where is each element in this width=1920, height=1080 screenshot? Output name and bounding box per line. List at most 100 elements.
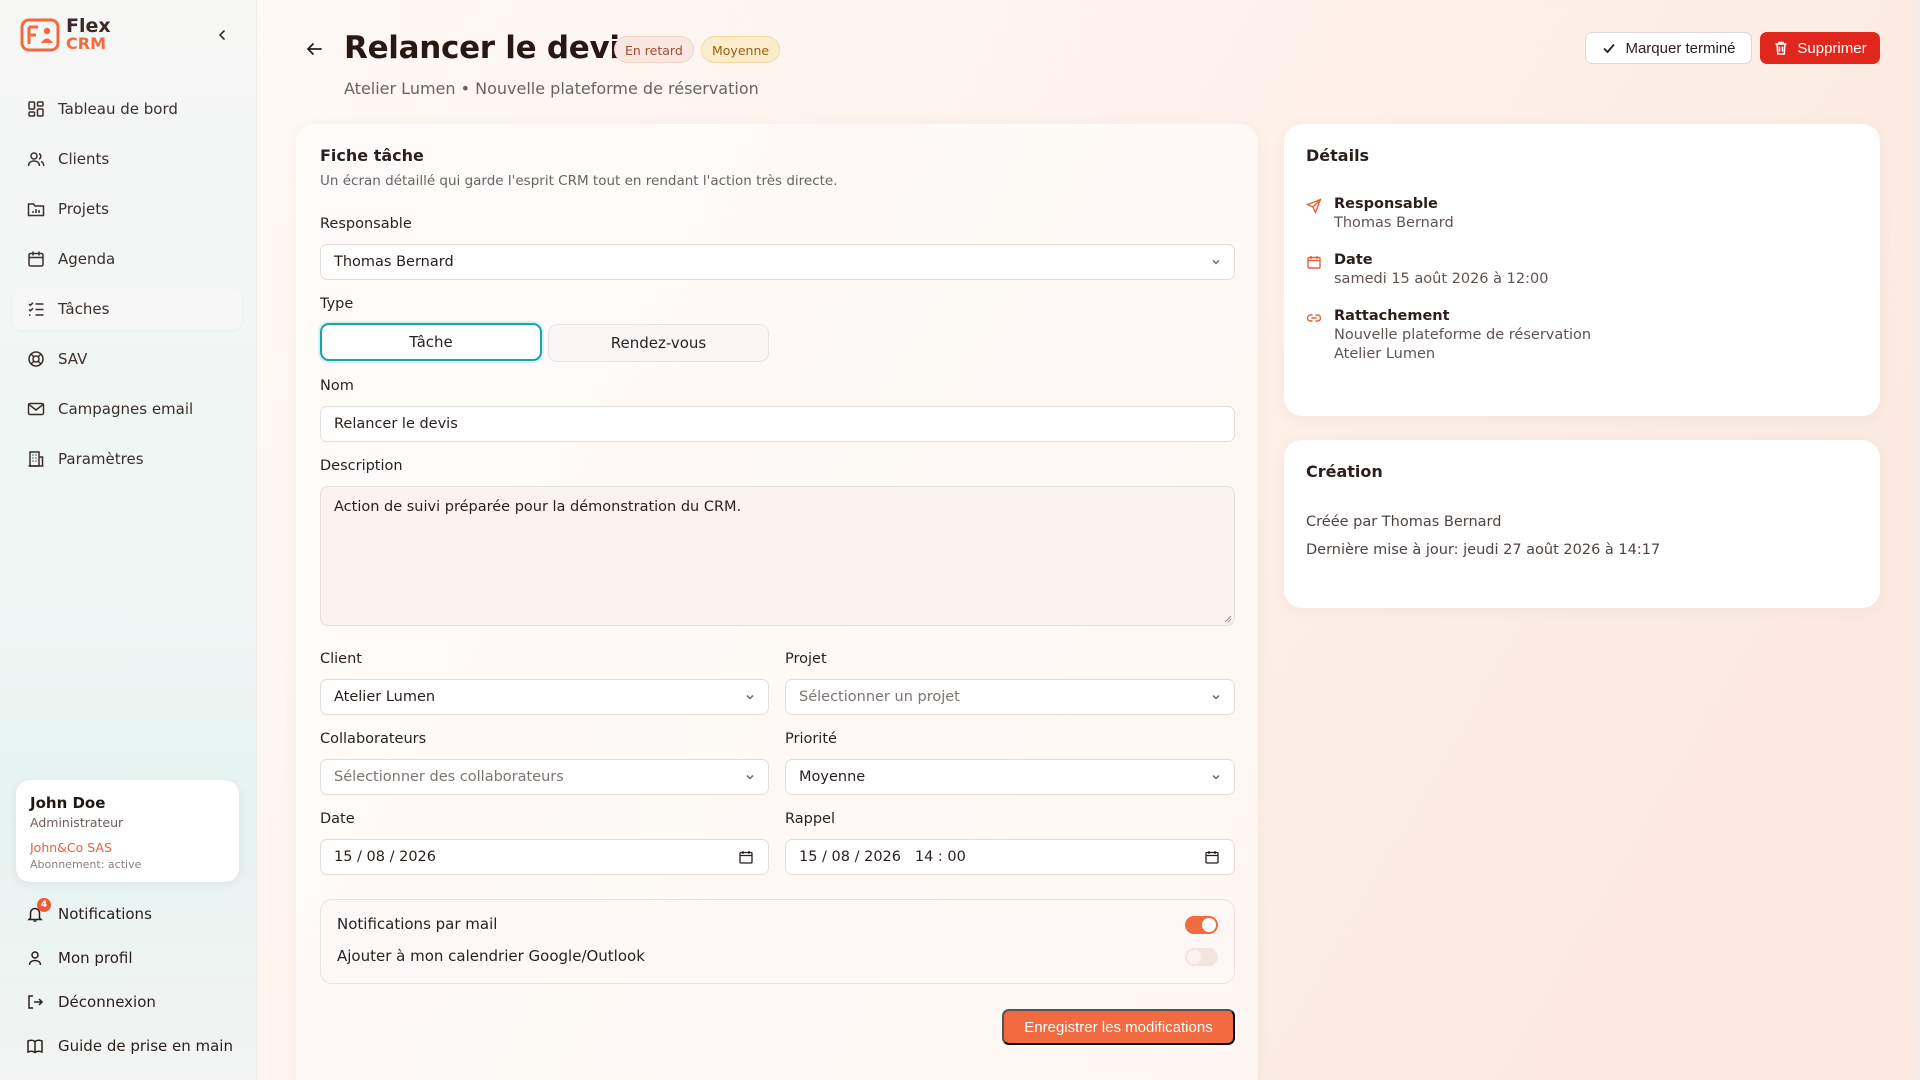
sidebar-nav: Tableau de bord Clients Projets Agenda T… (12, 88, 242, 488)
project-select[interactable]: Sélectionner un projet (785, 679, 1235, 715)
sidebar-item-sav[interactable]: SAV (12, 338, 242, 380)
collaborators-label: Collaborateurs (320, 731, 427, 747)
priority-select[interactable]: Moyenne (785, 759, 1235, 795)
sidebar-bottom-nav: 4 Notifications Mon profil Déconnexion G… (26, 892, 246, 1068)
detail-responsable-value: Thomas Bernard (1334, 215, 1454, 231)
send-icon (1306, 198, 1322, 214)
type-label: Type (320, 296, 354, 312)
logo[interactable]: Flex CRM (20, 17, 111, 53)
responsable-value: Thomas Bernard (334, 254, 454, 270)
sidebar-item-label: Paramètres (58, 450, 144, 468)
sidebar-item-label: Tâches (58, 300, 110, 318)
sidebar-item-clients[interactable]: Clients (12, 138, 242, 180)
sidebar-item-agenda[interactable]: Agenda (12, 238, 242, 280)
mark-done-button[interactable]: Marquer terminé (1585, 32, 1752, 64)
reminder-value: 15 / 08 / 2026 14 : 00 (799, 849, 966, 865)
user-card[interactable]: John Doe Administrateur John&Co SAS Abon… (16, 780, 239, 882)
link-icon (1306, 314, 1322, 322)
sidebar-item-label: SAV (58, 350, 88, 368)
user-name: John Doe (30, 794, 106, 812)
toggle-mail-switch[interactable] (1185, 916, 1218, 934)
chevron-down-icon (746, 775, 754, 780)
delete-button[interactable]: Supprimer (1760, 32, 1880, 64)
calendar-icon (1307, 256, 1321, 269)
name-input[interactable]: Relancer le devis (320, 406, 1235, 442)
priority-label: Priorité (785, 731, 837, 747)
notification-toggles: Notifications par mail Ajouter à mon cal… (320, 899, 1235, 984)
sidebar-item-projects[interactable]: Projets (12, 188, 242, 230)
toggle-calendar-switch[interactable] (1185, 948, 1218, 966)
calendar-icon[interactable] (738, 849, 754, 865)
user-role: Administrateur (30, 815, 124, 830)
calendar-icon[interactable] (1204, 849, 1220, 865)
date-label: Date (320, 811, 355, 827)
users-icon (27, 152, 45, 167)
sidebar-item-label: Campagnes email (58, 400, 194, 418)
name-label: Nom (320, 378, 354, 394)
sidebar-item-settings[interactable]: Paramètres (12, 438, 242, 480)
task-list-icon (28, 302, 44, 316)
reminder-label: Rappel (785, 811, 835, 827)
dashboard-icon (28, 101, 44, 117)
notifications-label: Notifications (58, 905, 152, 923)
form-description: Un écran détaillé qui garde l'esprit CRM… (320, 173, 838, 189)
trash-icon (1775, 41, 1787, 55)
detail-responsable-label: Responsable (1334, 196, 1438, 212)
flex-crm-logo-icon (20, 18, 60, 52)
last-updated: Dernière mise à jour: jeudi 27 août 2026… (1306, 542, 1661, 558)
logout-icon (28, 995, 44, 1009)
creation-card: Création Créée par Thomas Bernard Derniè… (1284, 440, 1880, 608)
responsable-label: Responsable (320, 216, 412, 232)
responsable-select[interactable]: Thomas Bernard (320, 244, 1235, 280)
subscription-status: Abonnement: active (30, 858, 142, 871)
brand-sub: CRM (66, 34, 106, 53)
description-value: Action de suivi préparée pour la démonst… (334, 499, 742, 515)
sidebar-item-campaigns[interactable]: Campagnes email (12, 388, 242, 430)
date-input[interactable]: 15 / 08 / 2026 (320, 839, 769, 875)
profile-link[interactable]: Mon profil (26, 936, 246, 980)
page-scrollbar[interactable] (1912, 0, 1920, 1080)
created-by: Créée par Thomas Bernard (1306, 514, 1502, 530)
status-badge: En retard (614, 36, 694, 63)
sidebar-item-label: Tableau de bord (58, 100, 178, 118)
toggle-mail-label: Notifications par mail (337, 915, 498, 933)
calendar-icon (28, 251, 44, 267)
type-option-task[interactable]: Tâche (320, 323, 542, 361)
folder-chart-icon (27, 203, 45, 217)
logout-link[interactable]: Déconnexion (26, 980, 246, 1024)
save-button[interactable]: Enregistrer les modifications (1002, 1009, 1235, 1045)
client-value: Atelier Lumen (334, 689, 436, 705)
lifebuoy-icon (28, 351, 44, 367)
mail-icon (27, 402, 45, 416)
sidebar-item-dashboard[interactable]: Tableau de bord (12, 88, 242, 130)
sidebar-item-tasks[interactable]: Tâches (12, 288, 242, 330)
detail-attachment-label: Rattachement (1334, 308, 1450, 324)
description-textarea[interactable]: Action de suivi préparée pour la démonst… (320, 486, 1235, 626)
page-subtitle: Atelier Lumen • Nouvelle plateforme de r… (344, 79, 759, 98)
client-select[interactable]: Atelier Lumen (320, 679, 769, 715)
back-arrow-icon[interactable] (303, 38, 325, 60)
detail-responsable: Responsable Thomas Bernard (1306, 196, 1454, 231)
detail-date-value: samedi 15 août 2026 à 12:00 (1334, 271, 1549, 287)
collapse-sidebar-icon[interactable] (214, 24, 230, 46)
book-icon (27, 1039, 43, 1054)
page-title: Relancer le devis (344, 30, 638, 66)
collaborators-placeholder: Sélectionner des collaborateurs (334, 769, 564, 785)
details-card: Détails Responsable Thomas Bernard Date … (1284, 124, 1880, 416)
resize-grip-icon[interactable] (1222, 613, 1232, 623)
user-company: John&Co SAS (30, 840, 112, 855)
detail-attachment-project[interactable]: Nouvelle plateforme de réservation (1334, 327, 1591, 343)
guide-link[interactable]: Guide de prise en main (26, 1024, 246, 1068)
type-option-meeting[interactable]: Rendez-vous (548, 324, 769, 362)
notifications-badge: 4 (37, 898, 51, 912)
collaborators-select[interactable]: Sélectionner des collaborateurs (320, 759, 769, 795)
user-icon (28, 951, 42, 966)
sidebar-item-label: Clients (58, 150, 110, 168)
priority-badge: Moyenne (701, 36, 781, 63)
notifications-link[interactable]: 4 Notifications (26, 892, 246, 936)
date-value: 15 / 08 / 2026 (334, 849, 437, 865)
sidebar-item-label: Agenda (58, 250, 116, 268)
detail-attachment-client[interactable]: Atelier Lumen (1334, 346, 1591, 362)
reminder-input[interactable]: 15 / 08 / 2026 14 : 00 (785, 839, 1235, 875)
chevron-down-icon (746, 695, 754, 700)
